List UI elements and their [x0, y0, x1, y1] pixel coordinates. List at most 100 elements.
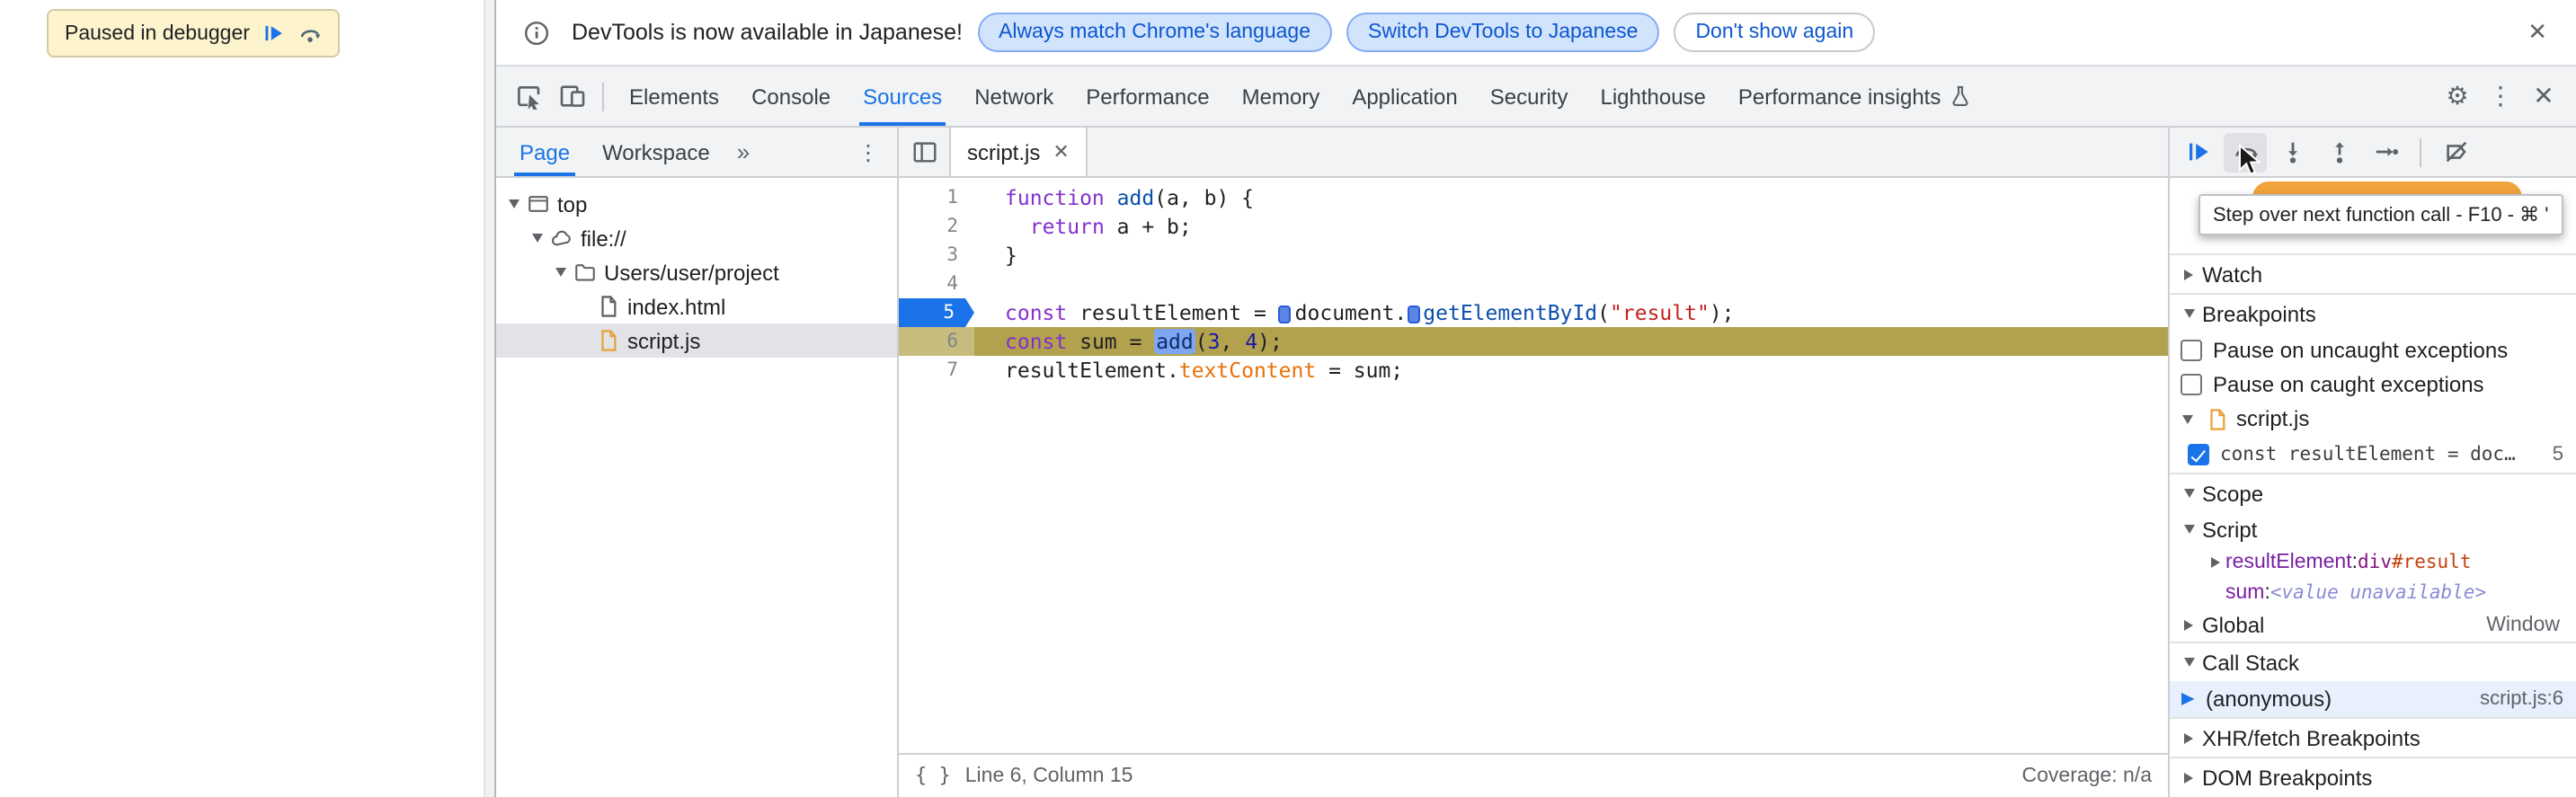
expanded-twisty-icon[interactable]	[2183, 309, 2194, 318]
variable-name: sum	[2225, 581, 2265, 603]
tab-performance-insights[interactable]: Performance insights	[1722, 66, 1987, 126]
debugger-sidebar: Step over next function call - F10 - ⌘ '…	[2170, 128, 2576, 797]
variable-value-tag: div	[2358, 551, 2392, 572]
overlay-step-over-icon[interactable]	[298, 22, 322, 45]
devtools-close-icon[interactable]: ✕	[2522, 75, 2565, 118]
code-token: 3	[1207, 329, 1221, 354]
tab-console[interactable]: Console	[735, 66, 847, 126]
mouse-cursor	[2239, 144, 2261, 175]
devtools-window: DevTools is now available in Japanese! A…	[494, 0, 2576, 797]
debugger-toolbar	[2170, 128, 2576, 178]
infobar-close-icon[interactable]: ✕	[2517, 14, 2558, 50]
scope-script-group[interactable]: Script	[2170, 512, 2576, 546]
tab-elements[interactable]: Elements	[613, 66, 735, 126]
browser-page-area: Paused in debugger	[0, 0, 496, 797]
section-watch[interactable]: Watch	[2170, 253, 2576, 293]
breakpoint-marker[interactable]: 5	[899, 298, 974, 327]
line-number[interactable]: 6	[899, 327, 974, 356]
expanded-twisty-icon[interactable]	[2183, 489, 2194, 498]
code-token: return	[1029, 214, 1105, 239]
settings-gear-icon[interactable]: ⚙	[2436, 75, 2479, 118]
editor-tab-close-icon[interactable]: ✕	[1053, 140, 1069, 164]
caught-exceptions-checkbox[interactable]	[2181, 373, 2202, 394]
expanded-twisty-icon[interactable]	[555, 268, 565, 277]
scope-global-group[interactable]: Global Window	[2170, 607, 2576, 642]
step-out-icon[interactable]	[2317, 132, 2360, 172]
section-breakpoints[interactable]: Breakpoints	[2170, 293, 2576, 332]
step-target-highlight: add	[1154, 329, 1195, 354]
always-match-language-button[interactable]: Always match Chrome's language	[977, 13, 1332, 52]
call-stack-frame[interactable]: (anonymous) script.js:6	[2170, 681, 2576, 717]
section-dom-breakpoints[interactable]: DOM Breakpoints	[2170, 757, 2576, 796]
step-into-icon[interactable]	[2270, 132, 2314, 172]
coverage-status: Coverage: n/a	[2021, 765, 2153, 786]
inline-breakpoint-marker[interactable]	[1407, 305, 1420, 323]
tab-sources[interactable]: Sources	[847, 66, 958, 126]
tree-item-script-js[interactable]: script.js	[496, 323, 897, 358]
tree-item-users-user-project[interactable]: Users/user/project	[496, 255, 897, 289]
expanded-twisty-icon[interactable]	[2183, 525, 2194, 534]
tab-memory[interactable]: Memory	[1226, 66, 1337, 126]
variable-name: resultElement	[2225, 551, 2352, 572]
pause-caught-exceptions-row[interactable]: Pause on caught exceptions	[2170, 367, 2576, 401]
inline-breakpoint-marker[interactable]	[1278, 305, 1292, 323]
section-xhr-breakpoints[interactable]: XHR/fetch Breakpoints	[2170, 717, 2576, 757]
tree-item-index-html[interactable]: index.html	[496, 289, 897, 323]
code-token: const	[1005, 300, 1068, 325]
kebab-menu-icon[interactable]: ⋮	[2479, 75, 2522, 118]
expanded-twisty-icon[interactable]	[508, 199, 519, 208]
collapsed-twisty-icon[interactable]	[2184, 772, 2193, 783]
code-text: }	[974, 241, 2168, 270]
toggle-navigator-icon[interactable]	[902, 130, 946, 173]
tree-item-top[interactable]: top	[496, 187, 897, 221]
tab-lighthouse[interactable]: Lighthouse	[1584, 66, 1721, 126]
tab-application[interactable]: Application	[1336, 66, 1473, 126]
line-number[interactable]: 7	[899, 356, 974, 385]
navigator-tab-workspace[interactable]: Workspace	[586, 128, 726, 176]
expanded-twisty-icon[interactable]	[531, 234, 542, 243]
line-number[interactable]: 4	[899, 270, 974, 298]
switch-to-japanese-button[interactable]: Switch DevTools to Japanese	[1346, 13, 1660, 52]
breakpoint-file-group[interactable]: script.js	[2170, 401, 2576, 437]
step-icon[interactable]	[2364, 132, 2407, 172]
editor-tab-script-js[interactable]: script.js ✕	[949, 128, 1088, 176]
expanded-twisty-icon[interactable]	[2183, 658, 2194, 667]
tab-performance[interactable]: Performance	[1070, 66, 1225, 126]
resume-script-icon[interactable]	[2177, 132, 2220, 172]
collapsed-twisty-icon[interactable]	[2211, 556, 2220, 567]
collapsed-twisty-icon[interactable]	[2184, 732, 2193, 743]
sources-panel: Page Workspace » ⋮ top file:// Users/user/p…	[496, 128, 2576, 797]
line-number[interactable]: 1	[899, 183, 974, 212]
expanded-twisty-icon[interactable]	[2181, 414, 2192, 423]
scope-var-sum[interactable]: sum: <value unavailable>	[2170, 577, 2576, 607]
pretty-print-icon[interactable]: { }	[915, 764, 951, 787]
line-number[interactable]: 2	[899, 212, 974, 241]
collapsed-twisty-icon[interactable]	[2184, 269, 2193, 279]
more-tabs-icon[interactable]: »	[737, 138, 750, 165]
folder-icon	[570, 261, 599, 284]
code-line-1: 1 function add(a, b) {	[899, 183, 2168, 212]
navigator-kebab-icon[interactable]: ⋮	[847, 130, 890, 173]
uncaught-exceptions-checkbox[interactable]	[2181, 339, 2202, 360]
inspect-element-icon[interactable]	[507, 75, 550, 118]
device-toolbar-icon[interactable]	[550, 75, 593, 118]
tab-label: Memory	[1241, 84, 1320, 109]
collapsed-twisty-icon[interactable]	[2184, 619, 2193, 630]
overlay-resume-icon[interactable]	[262, 22, 286, 45]
deactivate-breakpoints-icon[interactable]	[2434, 132, 2477, 172]
breakpoint-entry[interactable]: const resultElement = doc… 5	[2170, 437, 2576, 473]
twisty-holder	[550, 268, 570, 277]
line-number[interactable]: 3	[899, 241, 974, 270]
code-area[interactable]: 1 function add(a, b) {2 return a + b; 3} 4 5…	[899, 178, 2168, 752]
language-infobar: DevTools is now available in Japanese! A…	[496, 0, 2576, 66]
tab-security[interactable]: Security	[1474, 66, 1585, 126]
section-scope[interactable]: Scope	[2170, 473, 2576, 512]
breakpoint-checkbox[interactable]	[2188, 444, 2209, 465]
section-call-stack[interactable]: Call Stack	[2170, 642, 2576, 681]
pause-uncaught-exceptions-row[interactable]: Pause on uncaught exceptions	[2170, 332, 2576, 367]
tree-item-file[interactable]: file://	[496, 221, 897, 255]
dont-show-again-button[interactable]: Don't show again	[1674, 13, 1876, 52]
scope-var-resultelement[interactable]: resultElement: div #result	[2170, 546, 2576, 577]
tab-network[interactable]: Network	[958, 66, 1070, 126]
navigator-tab-page[interactable]: Page	[503, 128, 586, 176]
